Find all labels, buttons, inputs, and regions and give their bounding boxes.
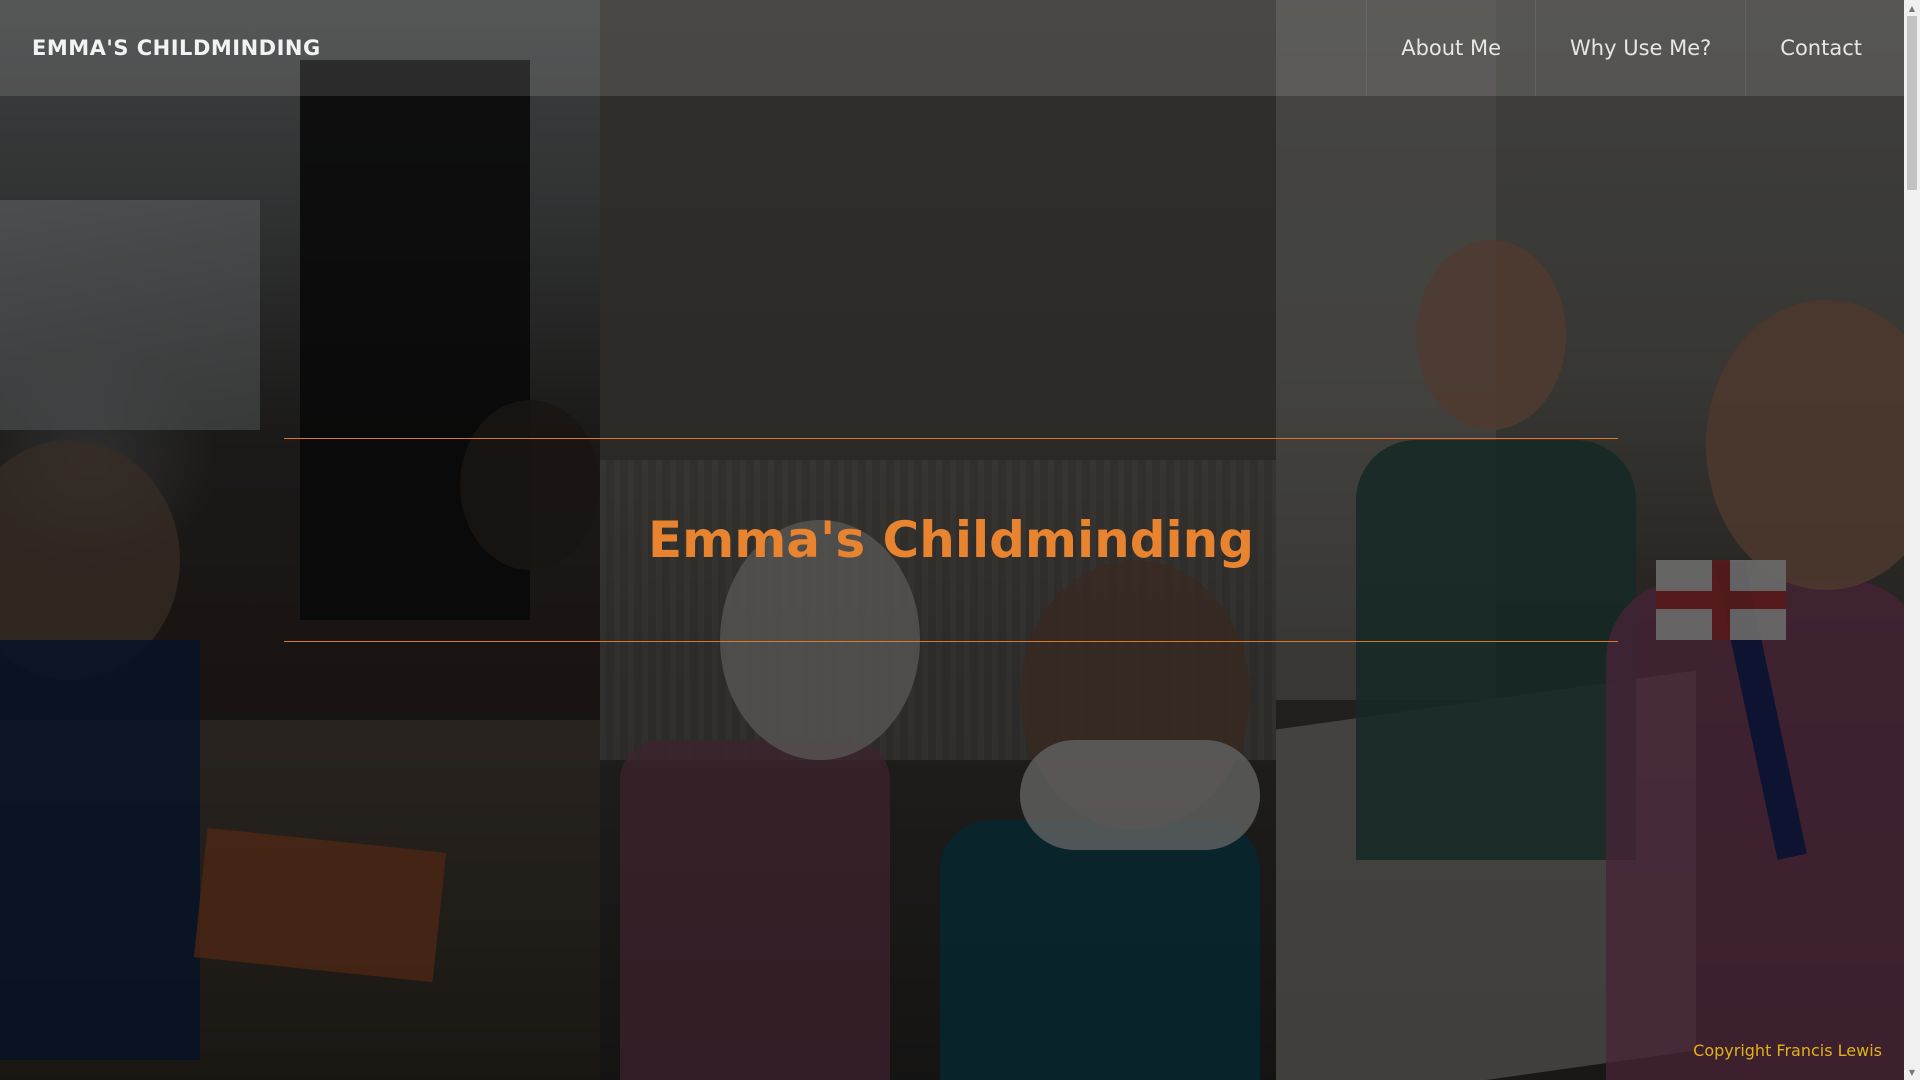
page: EMMA'S CHILDMINDING About Me Why Use Me?… xyxy=(0,0,1920,1080)
hero-title: Emma's Childminding xyxy=(647,511,1255,569)
scroll-down-arrow-icon[interactable]: ▼ xyxy=(1904,1064,1920,1080)
nav-link-why-use-me[interactable]: Why Use Me? xyxy=(1535,0,1745,96)
nav-links: About Me Why Use Me? Contact xyxy=(1366,0,1896,96)
nav-link-about-me[interactable]: About Me xyxy=(1366,0,1535,96)
brand-link[interactable]: EMMA'S CHILDMINDING xyxy=(32,36,321,60)
nav-link-contact[interactable]: Contact xyxy=(1745,0,1896,96)
hero-section: Emma's Childminding xyxy=(284,438,1618,642)
scroll-up-arrow-icon[interactable]: ▲ xyxy=(1904,0,1920,16)
navbar: EMMA'S CHILDMINDING About Me Why Use Me?… xyxy=(0,0,1904,96)
vertical-scrollbar[interactable]: ▲ ▼ xyxy=(1904,0,1920,1080)
scrollbar-thumb[interactable] xyxy=(1907,16,1917,190)
copyright-text: Copyright Francis Lewis xyxy=(1693,1041,1882,1060)
